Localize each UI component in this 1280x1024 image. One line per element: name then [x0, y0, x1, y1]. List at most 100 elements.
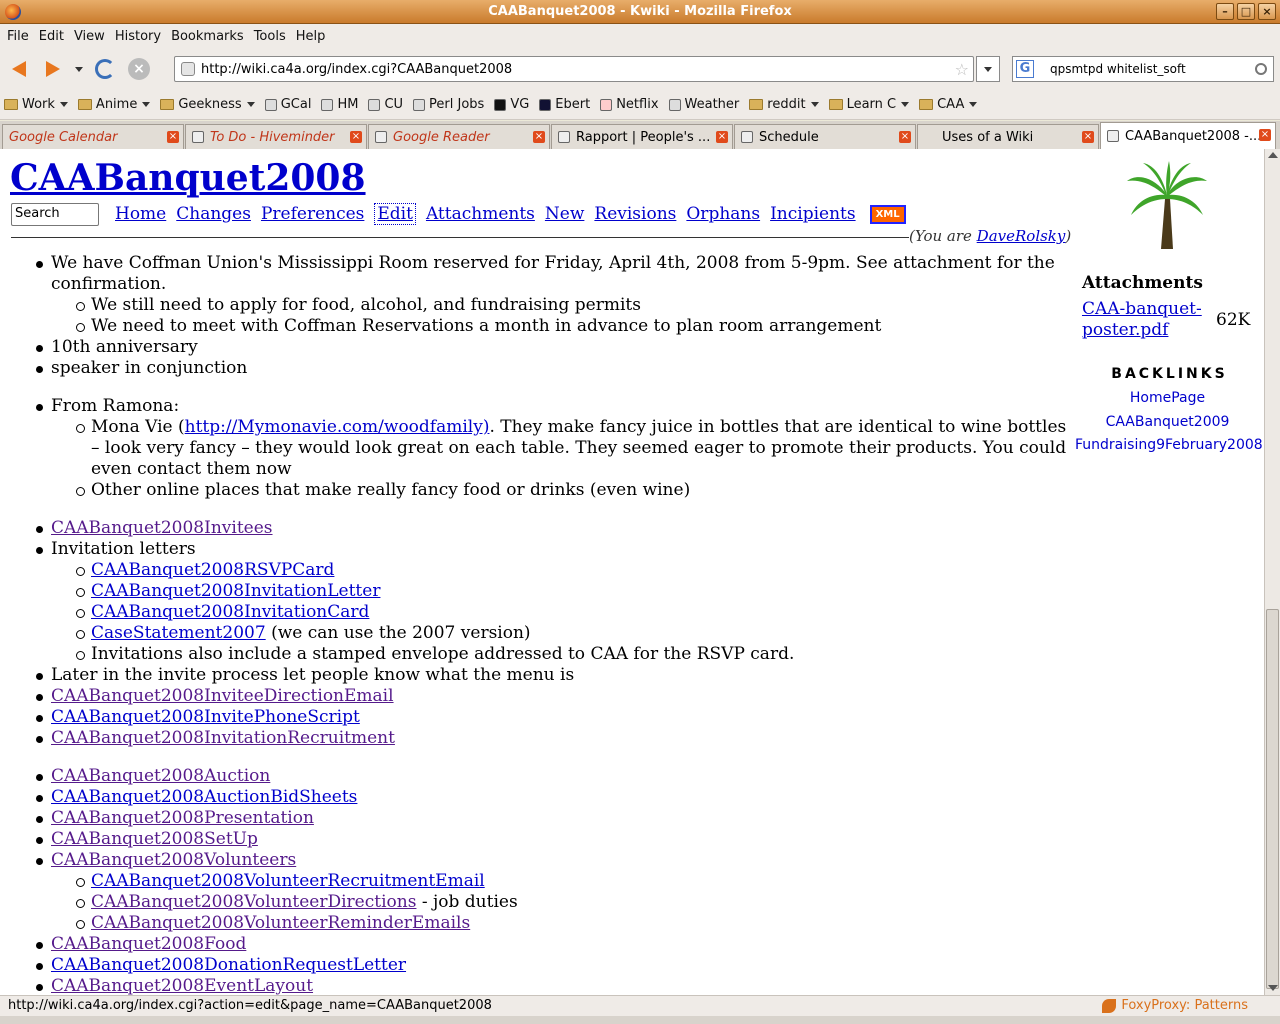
foxyproxy-status[interactable]: FoxyProxy: Patterns [1121, 996, 1248, 1016]
folder-icon [919, 99, 934, 110]
search-icon[interactable] [1255, 63, 1267, 75]
wiki-link[interactable]: CAABanquet2008VolunteerDirections [91, 892, 416, 912]
tab-rapport[interactable]: Rapport | People's ... × [551, 124, 733, 149]
bookmark-perl-jobs[interactable]: Perl Jobs [413, 97, 484, 112]
bookmark-learn-c[interactable]: Learn C [828, 97, 910, 112]
tab-uses-of-a-wiki[interactable]: Uses of a Wiki × [917, 124, 1099, 149]
bookmark-ebert[interactable]: Ebert [539, 97, 590, 112]
menu-help[interactable]: Help [291, 29, 331, 44]
backlink-item[interactable]: HomePage [1075, 390, 1260, 406]
menu-bookmarks[interactable]: Bookmarks [166, 29, 249, 44]
list-text: From Ramona: [51, 396, 180, 416]
wiki-link[interactable]: CAABanquet2008DonationRequestLetter [51, 955, 406, 975]
close-tab-icon[interactable]: × [1082, 131, 1094, 143]
history-dropdown-button[interactable] [72, 54, 86, 84]
nav-attachments[interactable]: Attachments [426, 204, 535, 224]
tab-caabanquet2008[interactable]: CAABanquet2008 -... × [1100, 122, 1276, 149]
wiki-link[interactable]: CAABanquet2008InvitePhoneScript [51, 707, 360, 727]
bookmark-reddit[interactable]: reddit [749, 97, 819, 112]
nav-incipients[interactable]: Incipients [770, 204, 856, 224]
menu-tools[interactable]: Tools [249, 29, 291, 44]
user-link[interactable]: DaveRolsky [977, 227, 1066, 245]
menu-file[interactable]: File [2, 29, 34, 44]
backlink-item[interactable]: CAABanquet2009 [1075, 414, 1260, 430]
bookmark-caa[interactable]: CAA [919, 97, 978, 112]
search-input[interactable]: qpsmtpd whitelist_soft [1050, 62, 1255, 76]
google-engine-icon[interactable]: G [1016, 60, 1034, 78]
nav-preferences[interactable]: Preferences [261, 204, 364, 224]
scroll-down-icon[interactable] [1268, 985, 1278, 991]
wiki-link[interactable]: CaseStatement2007 [91, 623, 266, 643]
bookmark-gcal[interactable]: GCal [264, 97, 311, 112]
url-text[interactable]: http://wiki.ca4a.org/index.cgi?CAABanque… [201, 62, 955, 77]
scrollbar-thumb[interactable] [1266, 609, 1279, 989]
reload-button[interactable] [90, 54, 120, 84]
tab-schedule[interactable]: Schedule × [734, 124, 916, 149]
wiki-link[interactable]: CAABanquet2008Auction [51, 766, 270, 786]
close-tab-icon[interactable]: × [533, 131, 545, 143]
close-tab-icon[interactable]: × [716, 131, 728, 143]
bookmark-star-icon[interactable]: ☆ [955, 60, 969, 79]
bookmark-weather[interactable]: Weather [668, 97, 739, 112]
tab-google-calendar[interactable]: Google Calendar × [2, 124, 184, 149]
foxyproxy-icon[interactable] [1102, 999, 1116, 1013]
wiki-link[interactable]: CAABanquet2008Invitees [51, 518, 273, 538]
backlink-item[interactable]: Fundraising9February2008 [1075, 437, 1263, 453]
nav-edit[interactable]: Edit [374, 203, 416, 225]
nav-orphans[interactable]: Orphans [686, 204, 760, 224]
wiki-link[interactable]: CAABanquet2008SetUp [51, 829, 258, 849]
forward-button[interactable] [38, 54, 68, 84]
monavie-link[interactable]: http://Mymonavie.com/woodfamily) [185, 417, 490, 437]
attachment-link[interactable]: CAA-banquet-poster.pdf [1082, 299, 1210, 341]
wiki-link[interactable]: CAABanquet2008InvitationLetter [91, 581, 380, 601]
search-bar[interactable]: G qpsmtpd whitelist_soft [1012, 56, 1274, 82]
vertical-scrollbar[interactable] [1264, 149, 1280, 995]
nav-changes[interactable]: Changes [176, 204, 251, 224]
wiki-link[interactable]: CAABanquet2008InvitationRecruitment [51, 728, 395, 748]
url-bar[interactable]: http://wiki.ca4a.org/index.cgi?CAABanque… [174, 56, 974, 82]
wiki-link[interactable]: CAABanquet2008Volunteers [51, 850, 296, 870]
stop-button[interactable]: × [124, 54, 154, 84]
bookmark-vg[interactable]: VG [494, 97, 529, 112]
menu-history[interactable]: History [110, 29, 166, 44]
bookmark-netflix[interactable]: Netflix [600, 97, 659, 112]
bookmark-cu[interactable]: CU [368, 97, 403, 112]
close-tab-icon[interactable]: × [899, 131, 911, 143]
wiki-search-input[interactable]: Search [11, 203, 99, 226]
bookmark-work[interactable]: Work [4, 97, 68, 112]
scroll-up-icon[interactable] [1268, 152, 1278, 158]
wiki-link[interactable]: CAABanquet2008InvitationCard [91, 602, 369, 622]
netflix-icon [600, 98, 613, 111]
wiki-link[interactable]: CAABanquet2008VolunteerReminderEmails [91, 913, 470, 933]
bookmark-label: Learn C [846, 97, 897, 112]
bookmark-geekness[interactable]: Geekness [160, 97, 255, 112]
nav-revisions[interactable]: Revisions [594, 204, 676, 224]
minimize-button[interactable]: – [1216, 3, 1234, 20]
bookmark-label: HM [337, 97, 359, 112]
nav-new[interactable]: New [545, 204, 585, 224]
menu-edit[interactable]: Edit [34, 29, 69, 44]
url-history-dropdown[interactable] [976, 56, 1000, 82]
wiki-link[interactable]: CAABanquet2008Presentation [51, 808, 314, 828]
wiki-link[interactable]: CAABanquet2008EventLayout [51, 976, 313, 995]
menu-view[interactable]: View [69, 29, 110, 44]
close-tab-icon[interactable]: × [1259, 129, 1271, 141]
wiki-link[interactable]: CAABanquet2008Food [51, 934, 246, 954]
nav-home[interactable]: Home [115, 204, 166, 224]
wiki-link[interactable]: CAABanquet2008RSVPCard [91, 560, 334, 580]
site-identity-icon[interactable] [181, 62, 195, 76]
close-window-button[interactable]: × [1258, 3, 1276, 20]
tab-google-reader[interactable]: Google Reader × [368, 124, 550, 149]
xml-feed-badge[interactable]: XML [869, 204, 906, 224]
close-tab-icon[interactable]: × [350, 131, 362, 143]
bookmark-hm[interactable]: HM [321, 97, 358, 112]
maximize-button[interactable]: □ [1237, 3, 1255, 20]
tab-hiveminder[interactable]: To Do - Hiveminder × [185, 124, 367, 149]
wiki-link[interactable]: CAABanquet2008AuctionBidSheets [51, 787, 357, 807]
wiki-link[interactable]: CAABanquet2008InviteeDirectionEmail [51, 686, 394, 706]
back-button[interactable] [4, 54, 34, 84]
wiki-link[interactable]: CAABanquet2008VolunteerRecruitmentEmail [91, 871, 485, 891]
close-tab-icon[interactable]: × [167, 131, 179, 143]
page-title[interactable]: CAABanquet2008 [10, 157, 366, 199]
bookmark-anime[interactable]: Anime [77, 97, 151, 112]
